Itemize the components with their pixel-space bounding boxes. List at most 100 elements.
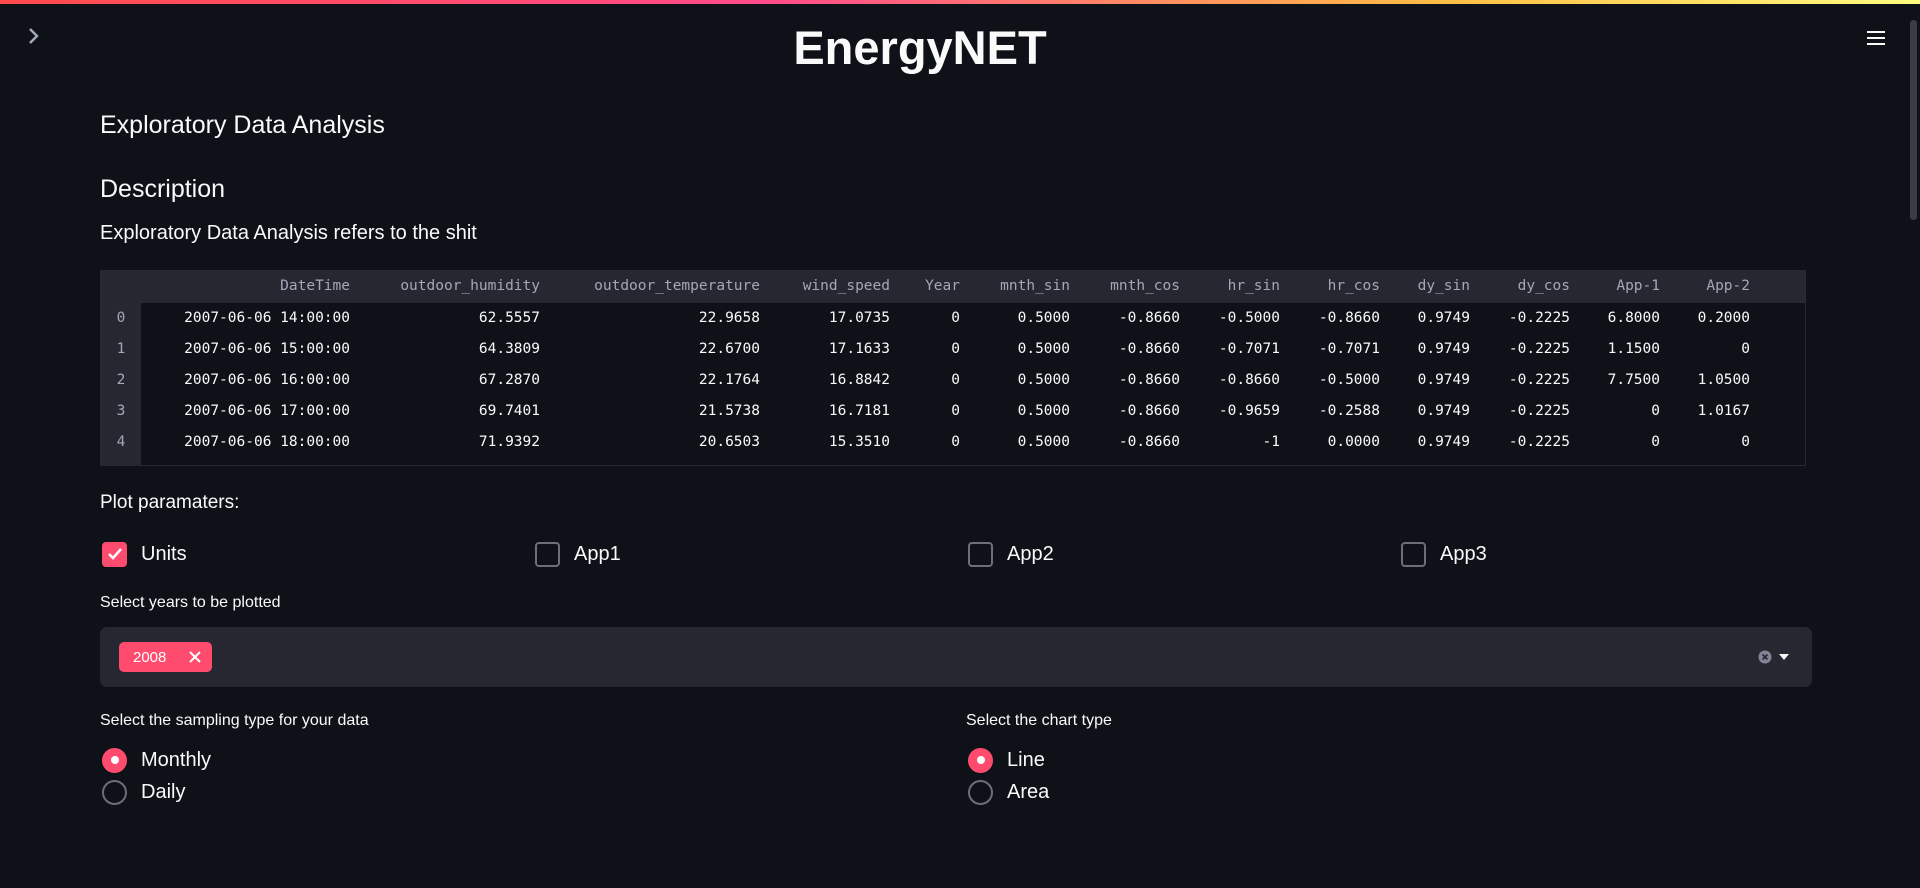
table-cell: -0.7071 [1218, 341, 1280, 357]
table-cell: 22.9658 [698, 310, 760, 326]
table-cell: 17.0735 [828, 310, 890, 326]
table-cell: 2007-06-06 17:00:00 [184, 403, 350, 419]
table-cell: 21.5738 [698, 403, 760, 419]
table-cell: 2007-06-06 15:00:00 [184, 341, 350, 357]
description-text: Exploratory Data Analysis refers to the … [100, 222, 477, 244]
table-header-cell[interactable]: hr_cos [1328, 271, 1380, 302]
table-cell: 62.5557 [478, 310, 540, 326]
table-cell: 22.6700 [698, 341, 760, 357]
table-cell: 0.9749 [1417, 372, 1470, 388]
table-cell: 0.2000 [1697, 310, 1750, 326]
table-cell: 0 [951, 434, 960, 450]
checkbox-units-box[interactable] [102, 541, 127, 567]
table-cell: -0.9659 [1218, 403, 1280, 419]
selected-year-tag: 2008 [119, 642, 212, 672]
selected-year-tag-label: 2008 [133, 648, 167, 666]
page-heading: Exploratory Data Analysis [100, 111, 385, 139]
table-cell: 0.5000 [1017, 372, 1070, 388]
table-cell: 7.7500 [1607, 372, 1660, 388]
radio-monthly[interactable]: Monthly [102, 746, 211, 774]
close-icon[interactable] [188, 650, 202, 664]
checkbox-app1-label: App1 [574, 542, 621, 565]
table-cell: 1.0500 [1697, 372, 1750, 388]
table-cell: 0.5000 [1017, 434, 1070, 450]
table-cell: 0 [1651, 403, 1660, 419]
table-cell: 0.9749 [1417, 341, 1470, 357]
checkbox-app1[interactable]: App1 [535, 540, 621, 568]
table-header-cell[interactable]: hr_sin [1228, 271, 1280, 302]
table-header-cell[interactable]: wind_speed [803, 271, 890, 302]
plot-params-label: Plot paramaters: [100, 492, 240, 513]
years-select-label: Select years to be plotted [100, 594, 281, 611]
table-cell: -0.2225 [1508, 341, 1570, 357]
checkbox-units[interactable]: Units [102, 540, 187, 568]
table-cell: 0 [951, 403, 960, 419]
table-header-cell[interactable]: dy_sin [1418, 271, 1470, 302]
checkbox-app1-box[interactable] [535, 541, 560, 567]
table-cell: -0.8660 [1118, 341, 1180, 357]
checkbox-app3-box[interactable] [1401, 541, 1426, 567]
table-cell: -0.2225 [1508, 372, 1570, 388]
radio-line[interactable]: Line [968, 746, 1045, 774]
table-header-cell[interactable]: dy_cos [1518, 271, 1570, 302]
table-header-cell[interactable]: mnth_sin [1000, 271, 1070, 302]
radio-monthly-label: Monthly [141, 748, 212, 771]
section-heading: Description [100, 175, 226, 203]
table-row-index: 4 [116, 434, 126, 450]
table-cell: 16.7181 [828, 403, 890, 419]
table-cell: 0.5000 [1017, 403, 1070, 419]
checkbox-app2[interactable]: App2 [968, 540, 1054, 568]
page-scrollbar[interactable] [1910, 20, 1917, 220]
table-header-cell[interactable]: App-1 [1616, 271, 1660, 302]
table-cell: 20.6503 [698, 434, 760, 450]
years-multiselect[interactable]: 2008 [100, 627, 1812, 687]
table-cell: 6.8000 [1607, 310, 1660, 326]
checkbox-app2-box[interactable] [968, 541, 993, 567]
table-header-cell[interactable]: outdoor_temperature [594, 271, 760, 302]
table-cell: -0.2225 [1508, 434, 1570, 450]
radio-daily[interactable]: Daily [102, 778, 185, 806]
table-cell: 17.1633 [828, 341, 890, 357]
table-cell: 0.9749 [1417, 310, 1470, 326]
table-cell: 1.1500 [1607, 341, 1660, 357]
table-cell: 0 [951, 341, 960, 357]
radio-area-dot[interactable] [968, 779, 993, 805]
checkbox-app3[interactable]: App3 [1401, 540, 1487, 568]
radio-monthly-dot[interactable] [102, 747, 127, 773]
table-cell: -0.2225 [1508, 310, 1570, 326]
check-icon [107, 548, 122, 560]
table-cell: 0.9749 [1417, 434, 1470, 450]
table-cell: -0.8660 [1118, 372, 1180, 388]
table-header-cell[interactable]: App-2 [1706, 271, 1750, 302]
radio-line-dot[interactable] [968, 747, 993, 773]
table-row-index: 3 [116, 403, 126, 419]
table-header-cell[interactable]: Year [925, 271, 960, 302]
table-cell: -0.8660 [1218, 372, 1280, 388]
table-cell: -0.2225 [1508, 403, 1570, 419]
table-cell: 0 [1651, 434, 1660, 450]
table-cell: 15.3510 [828, 434, 890, 450]
table-header-cell[interactable]: outdoor_humidity [400, 271, 540, 302]
table-cell: -0.8660 [1118, 403, 1180, 419]
dataframe-table[interactable]: DateTime outdoor_humidity outdoor_temperat… [100, 270, 1806, 466]
table-cell: 2007-06-06 14:00:00 [184, 310, 350, 326]
table-cell: 0.9749 [1417, 403, 1470, 419]
table-cell: -1 [1262, 434, 1280, 450]
hamburger-menu-icon[interactable] [1864, 26, 1888, 50]
radio-daily-dot[interactable] [102, 779, 127, 805]
table-header-cell[interactable]: mnth_cos [1110, 271, 1180, 302]
checkbox-app2-label: App2 [1007, 542, 1054, 565]
table-cell: 0.0000 [1327, 434, 1380, 450]
radio-area[interactable]: Area [968, 778, 1049, 806]
table-cell: 0 [1741, 341, 1750, 357]
table-header-cell[interactable]: DateTime [280, 271, 350, 302]
table-row-index: 1 [116, 341, 126, 357]
table-cell: 0 [951, 372, 960, 388]
clear-circle-icon[interactable] [1758, 650, 1772, 664]
table-cell: 67.2870 [478, 372, 540, 388]
radio-line-label: Line [1007, 748, 1045, 771]
table-cell: 0.5000 [1017, 341, 1070, 357]
table-cell: -0.8660 [1318, 310, 1380, 326]
checkbox-units-label: Units [141, 542, 187, 565]
caret-down-icon[interactable] [1778, 653, 1790, 661]
